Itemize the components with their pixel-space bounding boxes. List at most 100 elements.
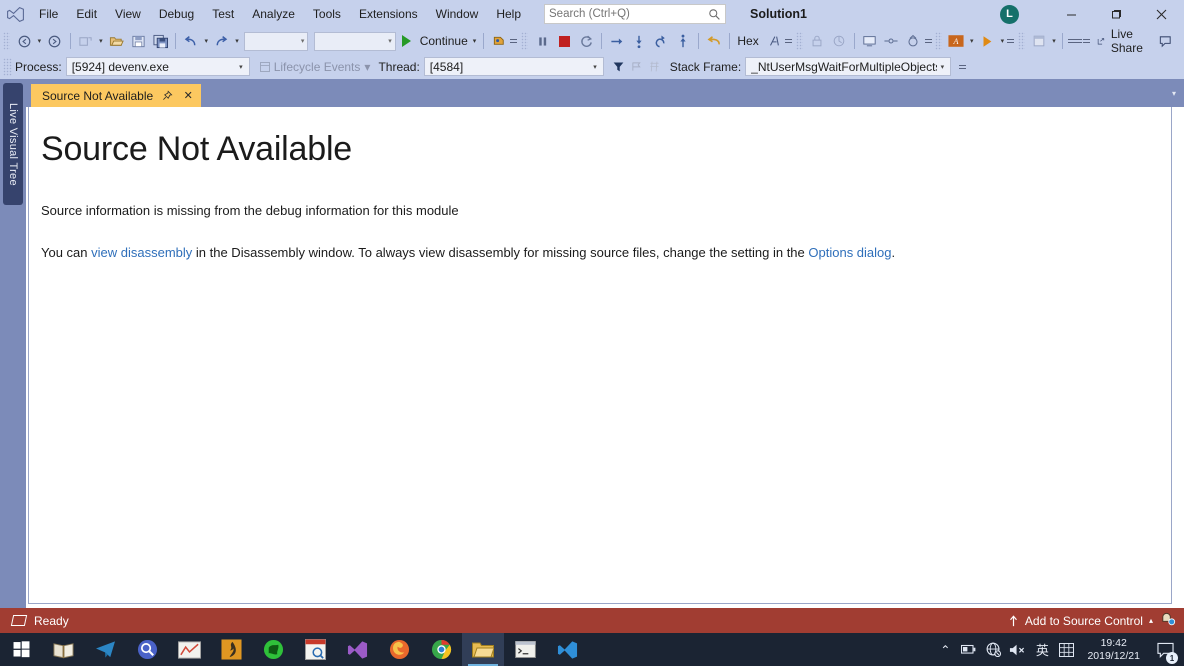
- hex-toggle-button[interactable]: Hex: [733, 34, 762, 48]
- display-layout-button[interactable]: [880, 30, 902, 52]
- toolbar-overflow-dots[interactable]: [1075, 30, 1083, 52]
- redo-caret[interactable]: ▾: [233, 30, 242, 52]
- thread-filter-button[interactable]: [610, 57, 628, 77]
- step-out-button[interactable]: [650, 30, 672, 52]
- toolbar-overflow-dots[interactable]: [924, 30, 932, 52]
- menu-test[interactable]: Test: [203, 3, 243, 25]
- taskbar-editor-app[interactable]: [210, 633, 252, 666]
- continue-button[interactable]: Continue ▾: [399, 30, 480, 52]
- screenshot-caret[interactable]: ▾: [1050, 30, 1059, 52]
- undo-caret[interactable]: ▾: [202, 30, 211, 52]
- save-all-button[interactable]: [149, 30, 171, 52]
- toolbar-overflow-dots[interactable]: [1067, 30, 1075, 52]
- track-focus-button[interactable]: [902, 30, 924, 52]
- step-over-button[interactable]: [606, 30, 628, 52]
- tray-ime-icon[interactable]: 英: [1031, 633, 1053, 666]
- taskbar-chart-app[interactable]: [168, 633, 210, 666]
- tray-battery-icon[interactable]: [958, 633, 980, 666]
- menu-window[interactable]: Window: [427, 3, 488, 25]
- flag-threads-button[interactable]: [628, 57, 646, 77]
- tab-overflow-caret-icon[interactable]: ▾: [1172, 89, 1176, 98]
- toolbar-overflow-dots[interactable]: [1083, 30, 1091, 52]
- close-button[interactable]: [1139, 0, 1184, 28]
- menu-extensions[interactable]: Extensions: [350, 3, 427, 25]
- document-tab-source-not-available[interactable]: Source Not Available ✕: [31, 84, 202, 107]
- view-disassembly-link[interactable]: view disassembly: [91, 245, 192, 260]
- restart-button[interactable]: [575, 30, 597, 52]
- taskbar-search-tool[interactable]: [126, 633, 168, 666]
- taskbar-telegram[interactable]: [84, 633, 126, 666]
- toolbar-grip[interactable]: [3, 32, 11, 50]
- stop-debugging-button[interactable]: [553, 30, 575, 52]
- break-button[interactable]: [531, 30, 553, 52]
- taskbar-calendar-app[interactable]: [294, 633, 336, 666]
- break-all-button[interactable]: [488, 30, 510, 52]
- open-file-button[interactable]: [105, 30, 127, 52]
- toolbar-grip[interactable]: [935, 32, 943, 50]
- show-next-statement-button[interactable]: [672, 30, 694, 52]
- lifecycle-caret[interactable]: ▾: [364, 60, 370, 74]
- taskbar-book[interactable]: [42, 633, 84, 666]
- toolbar-grip[interactable]: [520, 32, 529, 50]
- tool-window-tab-live-visual-tree[interactable]: Live Visual Tree: [3, 83, 23, 205]
- taskbar-explorer[interactable]: [462, 633, 504, 666]
- lifecycle-events-label[interactable]: Lifecycle Events: [274, 60, 361, 74]
- pin-icon[interactable]: [160, 88, 174, 104]
- context-toolbar-grip[interactable]: [3, 57, 12, 76]
- tray-keyboard-icon[interactable]: [1055, 633, 1077, 666]
- menu-debug[interactable]: Debug: [150, 3, 203, 25]
- taskbar-terminal[interactable]: [504, 633, 546, 666]
- action-center-button[interactable]: 1: [1150, 633, 1180, 666]
- navigate-backward-caret[interactable]: ▾: [35, 30, 44, 52]
- navigate-backward-button[interactable]: [13, 30, 35, 52]
- chevron-down-icon[interactable]: ▾: [473, 37, 477, 45]
- taskbar-firefox[interactable]: [378, 633, 420, 666]
- search-input[interactable]: [549, 8, 709, 20]
- taskbar-start[interactable]: [0, 633, 42, 666]
- lock-button[interactable]: [806, 30, 828, 52]
- taskbar-clock[interactable]: 19:42 2019/12/21: [1079, 633, 1148, 666]
- menu-edit[interactable]: Edit: [67, 3, 106, 25]
- menu-tools[interactable]: Tools: [304, 3, 350, 25]
- live-share-button[interactable]: Live Share: [1091, 27, 1154, 55]
- feedback-button[interactable]: [1154, 30, 1176, 52]
- maximize-button[interactable]: [1094, 0, 1139, 28]
- tray-volume-muted-icon[interactable]: [1006, 633, 1029, 666]
- tray-network-icon[interactable]: [982, 633, 1004, 666]
- start-debug-target-button[interactable]: [976, 30, 998, 52]
- stack-frame-combo[interactable]: _NtUserMsgWaitForMultipleObjectsEx ▾: [745, 57, 952, 76]
- toolbar-overflow-dots[interactable]: [510, 30, 518, 52]
- screenshot-button[interactable]: [1028, 30, 1050, 52]
- attach-process-caret[interactable]: ▾: [967, 30, 976, 52]
- taskbar-visual-studio[interactable]: [336, 633, 378, 666]
- new-project-caret[interactable]: ▾: [97, 30, 106, 52]
- navigate-forward-button[interactable]: [44, 30, 66, 52]
- redo-button[interactable]: [211, 30, 233, 52]
- toolbar-overflow-dots[interactable]: [785, 30, 793, 52]
- toolbar-grip[interactable]: [795, 32, 803, 50]
- menu-help[interactable]: Help: [487, 3, 530, 25]
- solution-configuration-combo[interactable]: ▾: [244, 31, 309, 51]
- close-icon[interactable]: ✕: [181, 88, 195, 104]
- add-to-source-control-button[interactable]: Add to Source Control ▴: [1008, 614, 1153, 628]
- toggle-formatting-button[interactable]: [763, 30, 785, 52]
- taskbar-green-app[interactable]: [252, 633, 294, 666]
- toolbar-grip[interactable]: [1017, 32, 1025, 50]
- select-element-button[interactable]: [858, 30, 880, 52]
- toolbar-overflow-dots[interactable]: [1007, 30, 1015, 52]
- notifications-button[interactable]: [1159, 611, 1176, 631]
- step-back-button[interactable]: [703, 30, 725, 52]
- thread-combo[interactable]: [4584] ▾: [423, 57, 604, 76]
- menu-file[interactable]: File: [30, 3, 67, 25]
- minimize-button[interactable]: [1049, 0, 1094, 28]
- start-debug-caret[interactable]: ▾: [998, 30, 1007, 52]
- avatar[interactable]: L: [1000, 4, 1019, 24]
- quick-launch-search[interactable]: [544, 4, 727, 24]
- menu-view[interactable]: View: [106, 3, 150, 25]
- process-combo[interactable]: [5924] devenv.exe ▾: [65, 57, 250, 76]
- tray-expand-button[interactable]: ⌃: [934, 633, 956, 666]
- new-project-button[interactable]: [75, 30, 97, 52]
- save-button[interactable]: [127, 30, 149, 52]
- attach-to-process-button[interactable]: A: [945, 30, 967, 52]
- step-into-button[interactable]: [628, 30, 650, 52]
